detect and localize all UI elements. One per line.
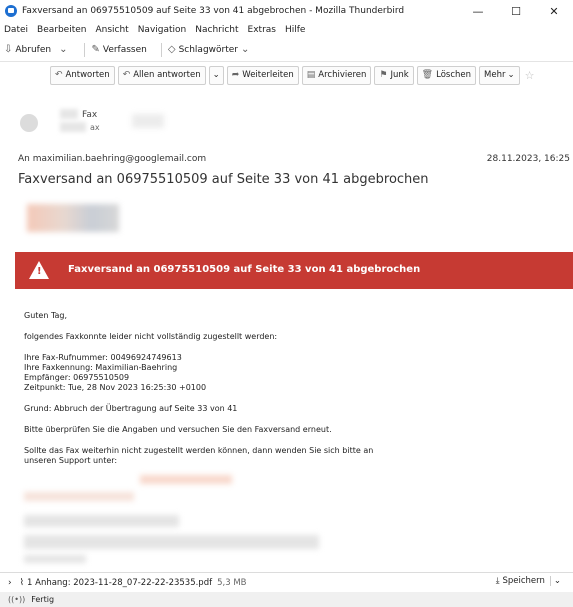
message-toolbar: ↶ Antworten ↶ Allen antworten ⌄ ➦ Weiter… [0, 62, 573, 88]
compose-button[interactable]: ✎ Verfassen [91, 44, 146, 55]
redacted-sender [60, 122, 86, 132]
redacted-logo [27, 204, 119, 232]
body-support: Sollte das Fax weiterhin nicht zugestell… [24, 446, 564, 466]
status-text: Fertig [31, 595, 55, 604]
error-banner: ! Faxversand an 06975510509 auf Seite 33… [15, 252, 573, 289]
archive-button[interactable]: ▤ Archivieren [301, 65, 372, 85]
body-greeting: Guten Tag, [24, 311, 68, 320]
menu-file[interactable]: Datei [4, 25, 28, 35]
fax-recipient: Empfänger: 06975510509 [24, 373, 130, 382]
junk-icon: ⚑ [379, 70, 388, 80]
redacted-sender [132, 114, 164, 128]
save-label: Speichern [502, 576, 545, 586]
activity-icon: ((•)) [8, 595, 26, 604]
toolbar-divider [84, 42, 86, 57]
paperclip-icon: ⌇ [19, 577, 25, 588]
message-header: Fax ax An maximilian.baehring@googlemail… [0, 88, 573, 198]
minimize-button[interactable]: — [459, 0, 497, 22]
redacted-text [24, 492, 134, 501]
menu-bar: Datei Bearbeiten Ansicht Navigation Nach… [0, 22, 573, 38]
menu-message[interactable]: Nachricht [195, 25, 238, 35]
reply-label: Antworten [65, 70, 110, 80]
menu-navigation[interactable]: Navigation [138, 25, 187, 35]
body-reason: Grund: Abbruch der Übertragung auf Seite… [24, 404, 238, 413]
window-title: Faxversand an 06975510509 auf Seite 33 v… [22, 6, 405, 16]
tags-button[interactable]: ◇ Schlagwörter ⌄ [168, 44, 253, 55]
chevron-down-icon[interactable]: ⌄ [549, 576, 561, 586]
reply-button[interactable]: ↶ Antworten [50, 65, 115, 85]
trash-icon: 🗑 [421, 70, 434, 80]
delete-button[interactable]: 🗑 Löschen [416, 65, 477, 85]
menu-help[interactable]: Hilfe [285, 25, 305, 35]
save-button[interactable]: ⤓ Speichern ⌄ [496, 576, 561, 586]
redacted-text [24, 515, 179, 527]
star-icon[interactable]: ☆ [525, 69, 535, 82]
attachment-bar[interactable]: › ⌇ 1 Anhang: 2023-11-28_07-22-22-23535.… [0, 572, 573, 592]
more-button[interactable]: Mehr ⌄ [479, 65, 520, 85]
junk-label: Junk [390, 70, 409, 80]
archive-label: Archivieren [318, 70, 367, 80]
download-icon: ⤓ [495, 576, 500, 586]
reply-all-label: Allen antworten [133, 70, 201, 80]
support-line-2: unseren Support unter: [24, 456, 118, 465]
forward-icon: ➦ [231, 70, 240, 80]
sender-name[interactable]: Fax [82, 110, 97, 120]
chevron-down-icon: ⌄ [241, 44, 250, 55]
forward-button[interactable]: ➦ Weiterleiten [226, 65, 299, 85]
reply-icon: ↶ [55, 70, 63, 80]
main-toolbar: ⇩ Abrufen ⌄ ✎ Verfassen ◇ Schlagwörter ⌄ [0, 38, 573, 62]
reply-dropdown[interactable]: ⌄ [208, 65, 224, 85]
status-bar: ((•)) Fertig [0, 592, 573, 607]
sender-address: ax [90, 123, 100, 132]
fax-id: Ihre Faxkennung: Maximilian-Baehring [24, 363, 178, 372]
chevron-down-icon: ⌄ [507, 70, 515, 80]
forward-label: Weiterleiten [242, 70, 294, 80]
menu-edit[interactable]: Bearbeiten [37, 25, 86, 35]
compose-label: Verfassen [102, 44, 147, 55]
recipient-line: An maximilian.baehring@googlemail.com [18, 154, 207, 164]
body-details: Ihre Fax-Rufnummer: 00496924749613 Ihre … [24, 353, 564, 393]
message-body: Guten Tag, folgendes Faxkonnte leider ni… [24, 311, 564, 477]
redacted-text [24, 555, 86, 563]
delete-label: Löschen [436, 70, 472, 80]
more-label: Mehr [484, 70, 506, 80]
reply-all-button[interactable]: ↶ Allen antworten [117, 65, 206, 85]
get-mail-label: Abrufen [15, 44, 52, 55]
archive-icon: ▤ [306, 70, 316, 80]
redacted-sender [60, 109, 78, 119]
get-mail-dropdown[interactable]: ⌄ [59, 44, 70, 55]
tags-label: Schlagwörter [178, 44, 238, 55]
redacted-support-link [140, 475, 232, 484]
body-intro: folgendes Faxkonnte leider nicht vollstä… [24, 332, 278, 341]
tag-icon: ◇ [167, 44, 176, 55]
pencil-icon: ✎ [91, 44, 100, 55]
sender-avatar [20, 114, 38, 132]
redacted-text [24, 535, 319, 549]
download-icon: ⇩ [4, 44, 13, 55]
maximize-button[interactable]: ☐ [497, 0, 535, 22]
window-controls: — ☐ ✕ [459, 0, 573, 22]
fax-time: Zeitpunkt: Tue, 28 Nov 2023 16:25:30 +01… [24, 383, 207, 392]
chevron-down-icon: ⌄ [212, 70, 220, 80]
message-date: 28.11.2023, 16:25 [486, 154, 570, 164]
toolbar-divider [160, 42, 162, 57]
junk-button[interactable]: ⚑ Junk [374, 65, 414, 85]
thunderbird-logo-icon [5, 5, 17, 17]
window-titlebar: Faxversand an 06975510509 auf Seite 33 v… [0, 0, 573, 22]
attachment-size: 5,3 MB [217, 577, 247, 588]
close-button[interactable]: ✕ [535, 0, 573, 22]
fax-number: Ihre Fax-Rufnummer: 00496924749613 [24, 353, 182, 362]
chevron-down-icon: ⌄ [59, 44, 68, 55]
chevron-right-icon[interactable]: › [8, 578, 12, 588]
menu-tools[interactable]: Extras [248, 25, 276, 35]
body-advice: Bitte überprüfen Sie die Angaben und ver… [24, 425, 332, 434]
message-subject: Faxversand an 06975510509 auf Seite 33 v… [18, 172, 429, 187]
get-mail-button[interactable]: ⇩ Abrufen [4, 44, 51, 55]
menu-view[interactable]: Ansicht [95, 25, 128, 35]
banner-text: Faxversand an 06975510509 auf Seite 33 v… [68, 264, 421, 275]
support-line-1: Sollte das Fax weiterhin nicht zugestell… [24, 446, 374, 455]
attachment-label[interactable]: 1 Anhang: 2023-11-28_07-22-22-23535.pdf [27, 578, 212, 588]
reply-all-icon: ↶ [122, 70, 131, 80]
warning-mark: ! [37, 266, 42, 277]
